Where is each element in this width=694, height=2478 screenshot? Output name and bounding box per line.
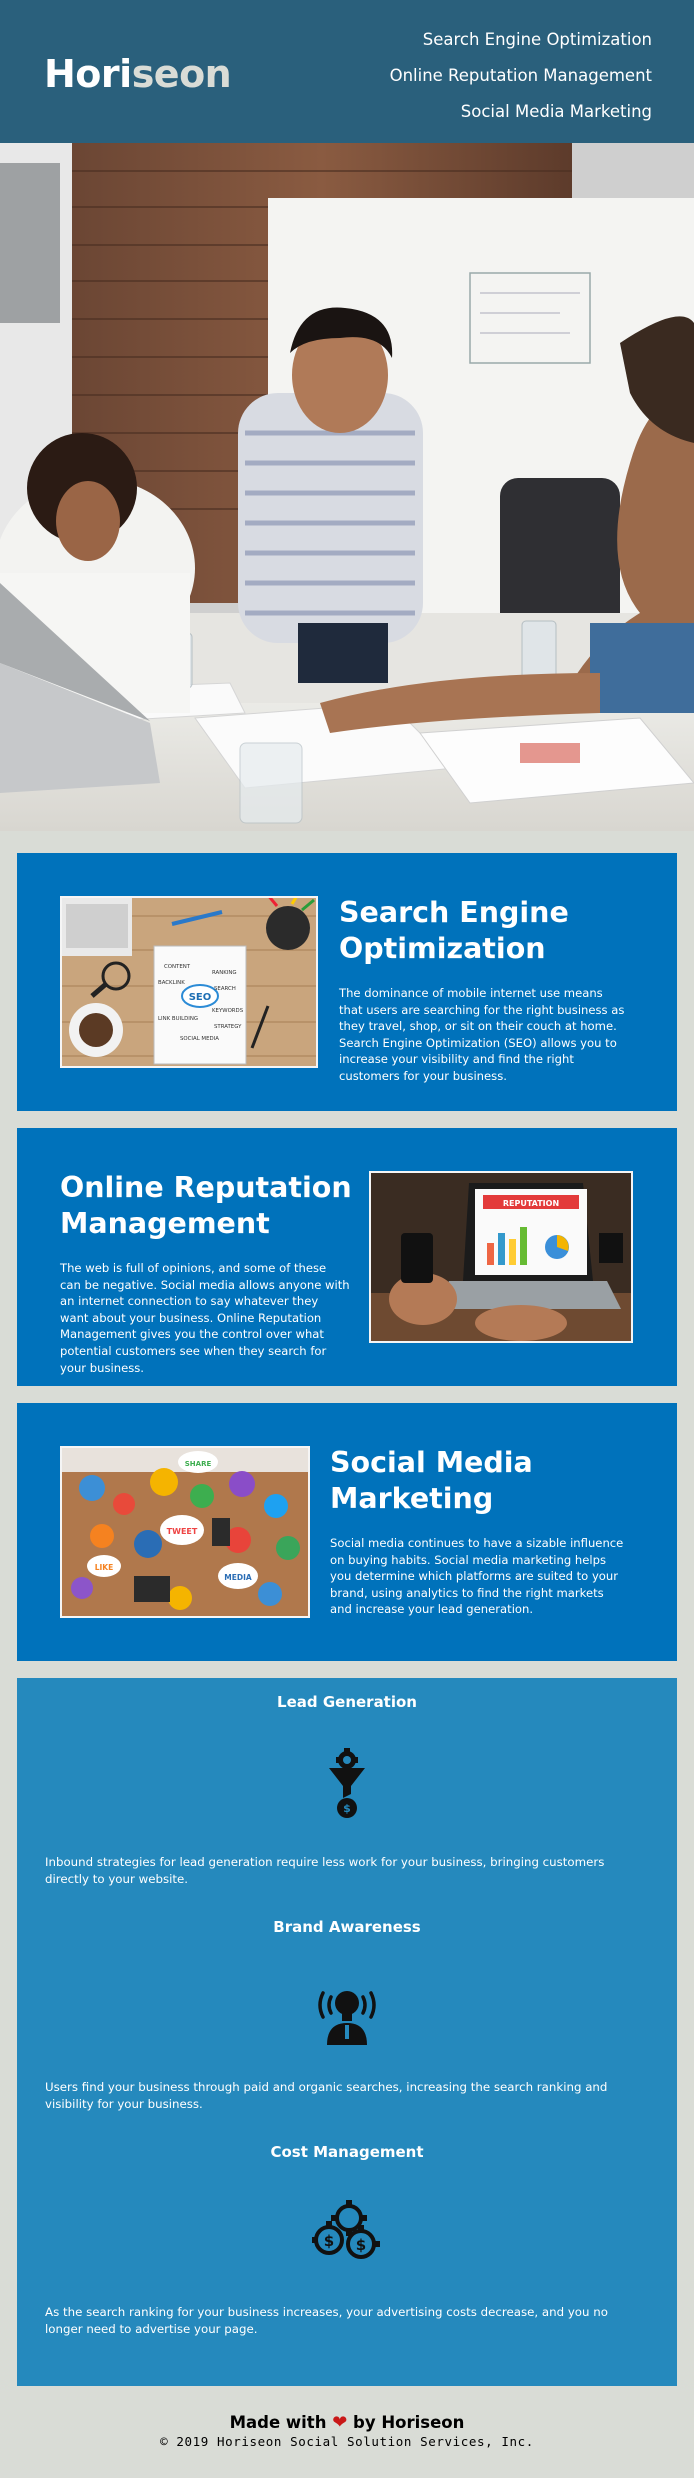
card-body-social: Social media continues to have a sizable… [330, 1536, 624, 1617]
benefit-title-brand: Brand Awareness [273, 1918, 421, 1936]
social-media-image: TWEET MEDIA LIKE SHARE [60, 1446, 310, 1618]
social-bubble-tweet: TWEET [167, 1527, 198, 1536]
card-title-seo: Search Engine Optimization [339, 896, 569, 965]
benefit-body-brand: Users find your business through paid an… [45, 2080, 608, 2111]
content-section: SEO CONTENT RANKING BACKLINK SEARCH KEYW… [17, 853, 677, 1661]
made-with-text: Made with [229, 2413, 327, 2432]
card-title-reputation: Online Reputation Management [60, 1171, 352, 1240]
nav-link-reputation[interactable]: Online Reputation Management [390, 58, 652, 94]
card-seo: SEO CONTENT RANKING BACKLINK SEARCH KEYW… [17, 853, 677, 1111]
gears-money-icon: $ $ [312, 2200, 380, 2259]
benefit-lead-generation: Lead Generation $ Inbound strategies for… [45, 1678, 649, 1903]
social-bubble-share: SHARE [185, 1460, 212, 1468]
site-header: Horiseon Search Engine Optimization Onli… [0, 0, 694, 143]
social-bubble-media: MEDIA [224, 1573, 252, 1582]
copyright-text: © 2019 Horiseon Social Solution Services… [160, 2434, 534, 2449]
card-social: TWEET MEDIA LIKE SHARE Social Media Mark… [17, 1403, 677, 1661]
seo-word-keywords: KEYWORDS [212, 1008, 244, 1014]
seo-word-social-media: SOCIAL MEDIA [180, 1036, 219, 1042]
card-title-social: Social Media Marketing [330, 1446, 533, 1515]
heart-icon: ❤ [332, 2412, 348, 2433]
seo-word-ranking: RANKING [212, 970, 237, 976]
seo-word-search: SEARCH [214, 986, 236, 992]
card-reputation: Online Reputation Management The web is … [17, 1128, 677, 1386]
svg-text:$: $ [356, 2236, 366, 2254]
benefit-body-lead: Inbound strategies for lead generation r… [45, 1855, 605, 1886]
logo-main-text: Hori [44, 52, 132, 96]
lightbulb-head-icon [318, 1991, 376, 2045]
card-body-reputation: The web is full of opinions, and some of… [60, 1261, 350, 1375]
hero-office-meeting-illustration [0, 143, 694, 831]
made-with-line: Made with ❤ by Horiseon [0, 2413, 694, 2433]
hero-image [0, 143, 694, 831]
site-footer: Made with ❤ by Horiseon © 2019 Horiseon … [0, 2386, 694, 2478]
logo[interactable]: Horiseon [44, 52, 232, 96]
by-horiseon-text: by Horiseon [353, 2413, 465, 2432]
reputation-image: REPUTATION [369, 1171, 633, 1343]
seo-word-backlink: BACKLINK [158, 980, 185, 986]
nav-link-social[interactable]: Social Media Marketing [390, 94, 652, 130]
benefit-title-lead: Lead Generation [277, 1693, 417, 1711]
benefit-title-cost: Cost Management [270, 2143, 424, 2161]
benefit-cost-management: Cost Management $ $ As the search rankin… [45, 2128, 649, 2353]
seo-image: SEO CONTENT RANKING BACKLINK SEARCH KEYW… [60, 896, 318, 1068]
seo-word-link-building: LINK BUILDING [158, 1016, 198, 1022]
social-bubble-like: LIKE [95, 1563, 114, 1572]
benefit-brand-awareness: Brand Awareness Users find your business… [45, 1903, 649, 2128]
benefit-body-cost: As the search ranking for your business … [45, 2305, 608, 2336]
main-nav: Search Engine Optimization Online Reputa… [390, 22, 652, 130]
funnel-gear-icon: $ [329, 1748, 365, 1818]
nav-link-seo[interactable]: Search Engine Optimization [390, 22, 652, 58]
reputation-banner-text: REPUTATION [503, 1199, 559, 1208]
svg-text:$: $ [324, 2232, 334, 2250]
benefits-section: Lead Generation $ Inbound strategies for… [17, 1678, 677, 2386]
svg-text:$: $ [343, 1802, 351, 1815]
seo-word-content: CONTENT [164, 964, 191, 970]
logo-accent-text: seon [131, 52, 232, 96]
card-body-seo: The dominance of mobile internet use mea… [339, 986, 625, 1083]
seo-word-strategy: STRATEGY [214, 1024, 242, 1030]
seo-label: SEO [189, 992, 212, 1003]
